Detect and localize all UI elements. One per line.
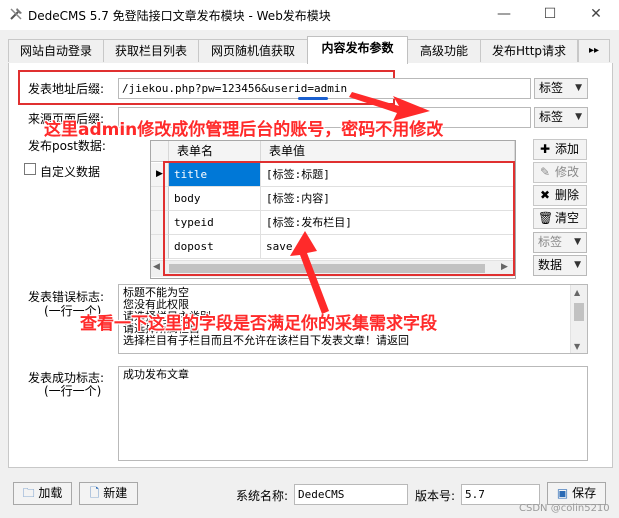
system-name-label: 系统名称: (236, 489, 289, 503)
new-button[interactable]: 🗋 新建 (79, 482, 138, 505)
grid-data-dropdown[interactable]: 数据 ▼ (533, 255, 587, 276)
watermark: CSDN @colin5210 (519, 503, 610, 514)
close-button[interactable]: ✕ (573, 3, 619, 27)
pencil-icon: ✎ (539, 165, 551, 179)
chevron-down-icon: ▼ (575, 83, 582, 93)
tools-icon (10, 8, 22, 20)
custom-data-checkbox[interactable] (24, 163, 36, 175)
success-line: 成功发布文章 (123, 368, 189, 381)
tab-publish-params[interactable]: 内容发布参数 (307, 36, 408, 64)
url-tag-label: 标签 (539, 81, 564, 95)
grid-corner (151, 141, 169, 162)
grid-tag-label: 标签 (538, 235, 563, 249)
grid-data-label: 数据 (538, 258, 563, 272)
tab-scroll-right[interactable]: ▸▸ (578, 39, 610, 62)
edit-button[interactable]: ✎ 修改 (533, 162, 587, 183)
trash-icon: 🗑 (538, 211, 554, 225)
load-button[interactable]: 🗀 加载 (13, 482, 72, 505)
version-label: 版本号: (415, 489, 456, 503)
load-label: 加载 (38, 486, 63, 500)
delete-label: 删除 (555, 188, 580, 202)
tab-advanced[interactable]: 高级功能 (407, 39, 481, 62)
url-tag-dropdown[interactable]: 标签 ▼ (534, 78, 588, 99)
maximize-button[interactable]: ☐ (527, 3, 573, 27)
custom-data-label: 自定义数据 (40, 165, 101, 179)
edit-label: 修改 (555, 165, 580, 179)
scroll-up-icon[interactable]: ▲ (574, 287, 580, 299)
success-flags-textarea[interactable]: 成功发布文章 (118, 366, 588, 461)
admin-underline (298, 97, 328, 100)
url-suffix-label: 发表地址后缀: (28, 82, 105, 96)
chevron-down-icon: ▼ (575, 112, 582, 122)
grid-tag-dropdown[interactable]: 标签 ▼ (533, 232, 587, 253)
clear-button[interactable]: 🗑 清空 (533, 208, 587, 229)
save-button[interactable]: ▣ 保存 (547, 482, 606, 505)
tab-http-request[interactable]: 发布Http请求 (480, 39, 578, 62)
scroll-left-icon[interactable]: ◀ (153, 262, 160, 272)
system-name-input[interactable]: DedeCMS (294, 484, 408, 505)
referer-tag-label: 标签 (539, 110, 564, 124)
tab-get-categories[interactable]: 获取栏目列表 (103, 39, 199, 62)
version-input[interactable]: 5.7 (461, 484, 540, 505)
highlight-box-grid (163, 161, 515, 276)
add-label: 添加 (555, 142, 580, 156)
chevron-down-icon: ▼ (574, 260, 581, 270)
title-bar: DedeCMS 5.7 免登陆接口文章发布模块 - Web发布模块 — ☐ ✕ (0, 0, 619, 30)
grid-header-name[interactable]: 表单名 (169, 141, 261, 162)
minimize-button[interactable]: — (481, 3, 527, 27)
error-line: 标题不能为空 (123, 286, 189, 299)
url-suffix-input[interactable]: /jiekou.php?pw=123456&userid=admin (118, 78, 531, 99)
save-label: 保存 (572, 486, 597, 500)
annotation-middle: 查看一下这里的字段是否满足你的采集需求字段 (80, 314, 437, 334)
new-label: 新建 (103, 486, 128, 500)
delete-x-icon: ✖ (539, 188, 551, 202)
add-button[interactable]: ✚ 添加 (533, 139, 587, 160)
new-file-icon: 🗋 (89, 486, 100, 500)
scroll-down-icon[interactable]: ▼ (574, 341, 580, 353)
grid-header-value[interactable]: 表单值 (261, 141, 515, 162)
error-vscrollbar[interactable]: ▲ ▼ (570, 285, 587, 353)
tab-random-value[interactable]: 网页随机值获取 (198, 39, 308, 62)
error-vscroll-thumb[interactable] (574, 303, 584, 321)
tab-auto-login[interactable]: 网站自动登录 (8, 39, 104, 62)
error-line: 选择栏目有子栏目而且不允许在该栏目下发表文章！请返回 (123, 334, 409, 347)
window-title: DedeCMS 5.7 免登陆接口文章发布模块 - Web发布模块 (28, 9, 331, 23)
clear-label: 清空 (555, 211, 580, 225)
post-data-label: 发布post数据: (28, 139, 106, 153)
folder-icon: 🗀 (22, 486, 35, 500)
plus-icon: ✚ (539, 142, 551, 156)
success-flag-sublabel: (一行一个) (44, 384, 102, 398)
save-disk-icon: ▣ (556, 486, 569, 500)
chevron-down-icon: ▼ (574, 237, 581, 247)
delete-button[interactable]: ✖ 删除 (533, 185, 587, 206)
referer-tag-dropdown[interactable]: 标签 ▼ (534, 107, 588, 128)
